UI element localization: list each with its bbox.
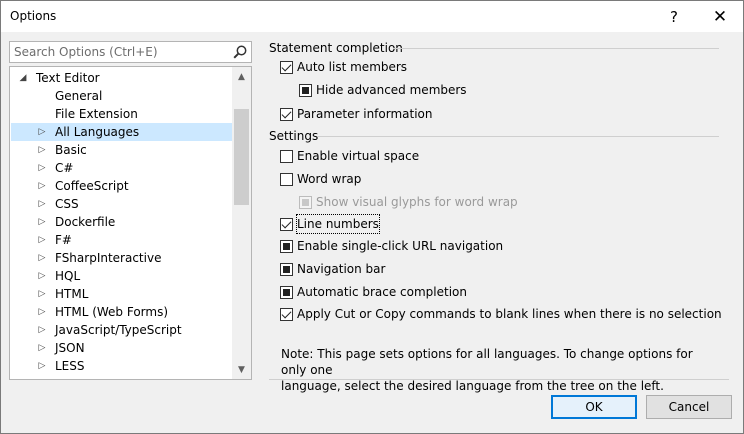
option-label: Auto list members xyxy=(297,60,408,74)
tree-item-label: CSS xyxy=(55,197,79,211)
tree-item-label: LESS xyxy=(55,359,85,373)
scroll-up-button[interactable]: ▲ xyxy=(232,67,251,86)
tree-item-fsharpinteractive[interactable]: ▷ FSharpInteractive xyxy=(11,249,232,267)
checkbox[interactable] xyxy=(280,308,293,321)
collapsed-arrow-icon[interactable]: ▷ xyxy=(36,303,48,321)
option-label: Enable single-click URL navigation xyxy=(297,239,504,253)
tree-item-label: C# xyxy=(55,161,74,175)
tree-item-label: JavaScript/TypeScript xyxy=(55,323,182,337)
tree-scrollbar[interactable]: ▲ ▼ xyxy=(232,67,251,379)
checkbox[interactable] xyxy=(280,108,293,121)
collapsed-arrow-icon[interactable]: ▷ xyxy=(36,231,48,249)
collapsed-arrow-icon[interactable]: ▷ xyxy=(36,267,48,285)
tree-item-less[interactable]: ▷ LESS xyxy=(11,357,232,375)
tree-item-file-extension[interactable]: File Extension xyxy=(11,105,232,123)
option-label: Enable virtual space xyxy=(297,149,420,163)
tree-item-json[interactable]: ▷ JSON xyxy=(11,339,232,357)
tree-item-label: HTML (Web Forms) xyxy=(55,305,169,319)
collapsed-arrow-icon[interactable]: ▷ xyxy=(36,141,48,159)
collapsed-arrow-icon[interactable]: ▷ xyxy=(36,213,48,231)
search-input[interactable] xyxy=(10,42,228,62)
search-box xyxy=(9,41,252,63)
checkbox[interactable] xyxy=(299,84,312,97)
scroll-down-button[interactable]: ▼ xyxy=(232,360,251,379)
checkbox xyxy=(299,196,312,209)
scroll-thumb[interactable] xyxy=(234,109,249,205)
checkbox[interactable] xyxy=(280,173,293,186)
bottom-divider xyxy=(269,379,729,380)
tree-item-label: Dockerfile xyxy=(55,215,116,229)
checkbox[interactable] xyxy=(280,286,293,299)
option-label: Show visual glyphs for word wrap xyxy=(316,195,518,209)
option-label: Hide advanced members xyxy=(316,83,467,97)
window-title: Options xyxy=(10,9,57,23)
tree-item-hql[interactable]: ▷ HQL xyxy=(11,267,232,285)
option-label: Parameter information xyxy=(297,107,433,121)
tree-item-all-languages[interactable]: ▷ All Languages xyxy=(11,123,232,141)
tree-item-label: F# xyxy=(55,233,72,247)
tree-item-dockerfile[interactable]: ▷ Dockerfile xyxy=(11,213,232,231)
collapsed-arrow-icon[interactable]: ▷ xyxy=(36,321,48,339)
help-button[interactable]: ? xyxy=(651,1,697,32)
checkbox[interactable] xyxy=(280,61,293,74)
option-label: Automatic brace completion xyxy=(297,285,468,299)
collapsed-arrow-icon[interactable]: ▷ xyxy=(36,177,48,195)
collapsed-arrow-icon[interactable]: ▷ xyxy=(36,339,48,357)
checkbox[interactable] xyxy=(280,150,293,163)
collapsed-arrow-icon[interactable]: ▷ xyxy=(36,195,48,213)
option-label: Line numbers xyxy=(296,214,380,234)
options-tree: ◢ Text Editor General File Extension ▷ All La… xyxy=(9,66,252,380)
options-dialog: Options ? ✕ ◢ Text Editor General File Exte… xyxy=(0,0,744,434)
checkbox[interactable] xyxy=(280,240,293,253)
ok-button[interactable]: OK xyxy=(551,395,637,419)
collapsed-arrow-icon[interactable]: ▷ xyxy=(36,123,48,141)
tree-item-coffeescript[interactable]: ▷ CoffeeScript xyxy=(11,177,232,195)
statement-completion-header: Statement completion xyxy=(269,41,403,55)
collapsed-arrow-icon[interactable]: ▷ xyxy=(36,249,48,267)
collapsed-arrow-icon[interactable]: ▷ xyxy=(36,357,48,375)
tree-item-label: Text Editor xyxy=(36,71,100,85)
tree-item-text-editor[interactable]: ◢ Text Editor xyxy=(11,69,232,87)
tree-item-javascript-typescript[interactable]: ▷ JavaScript/TypeScript xyxy=(11,321,232,339)
expanded-arrow-icon[interactable]: ◢ xyxy=(17,69,29,87)
tree-item-html-web-forms[interactable]: ▷ HTML (Web Forms) xyxy=(11,303,232,321)
title-bar: Options ? ✕ xyxy=(1,1,743,32)
collapsed-arrow-icon[interactable]: ▷ xyxy=(36,285,48,303)
option-label: Navigation bar xyxy=(297,262,386,276)
statement-completion-divider xyxy=(393,48,719,49)
settings-divider xyxy=(317,136,719,137)
tree-item-css[interactable]: ▷ CSS xyxy=(11,195,232,213)
tree-items: ◢ Text Editor General File Extension ▷ All La… xyxy=(10,67,232,379)
chevron-down-icon: ▼ xyxy=(238,364,245,375)
close-icon: ✕ xyxy=(712,6,728,27)
tree-item-basic[interactable]: ▷ Basic xyxy=(11,141,232,159)
tree-item-html[interactable]: ▷ HTML xyxy=(11,285,232,303)
option-label: Word wrap xyxy=(297,172,362,186)
tree-item-label: HQL xyxy=(55,269,81,283)
tree-item-label: HTML xyxy=(55,287,89,301)
help-icon: ? xyxy=(670,7,678,26)
tree-item-label: File Extension xyxy=(55,107,138,121)
cancel-button[interactable]: Cancel xyxy=(646,395,732,419)
search-icon[interactable] xyxy=(232,44,248,60)
tree-item-c[interactable]: ▷ C# xyxy=(11,159,232,177)
checkbox[interactable] xyxy=(280,263,293,276)
tree-item-label: JSON xyxy=(55,341,85,355)
option-label: Apply Cut or Copy commands to blank line… xyxy=(297,307,722,321)
tree-item-general[interactable]: General xyxy=(11,87,232,105)
chevron-up-icon: ▲ xyxy=(238,71,245,82)
tree-item-label: General xyxy=(55,89,103,103)
tree-item-f[interactable]: ▷ F# xyxy=(11,231,232,249)
tree-item-label: CoffeeScript xyxy=(55,179,129,193)
close-button[interactable]: ✕ xyxy=(697,1,743,32)
checkbox[interactable] xyxy=(280,218,293,231)
settings-header: Settings xyxy=(269,129,319,143)
tree-item-label: All Languages xyxy=(55,125,140,139)
tree-item-label: Basic xyxy=(55,143,87,157)
tree-item-label: FSharpInteractive xyxy=(55,251,162,265)
note-text: Note: This page sets options for all lan… xyxy=(281,347,693,393)
collapsed-arrow-icon[interactable]: ▷ xyxy=(36,159,48,177)
